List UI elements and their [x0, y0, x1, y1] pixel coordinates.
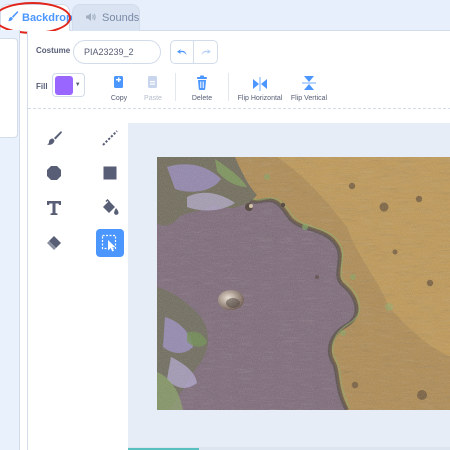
backdrop-list-strip — [0, 30, 20, 450]
toolbar-divider — [175, 73, 176, 101]
select-cursor-icon — [101, 234, 117, 252]
brush-tool-icon — [47, 131, 62, 145]
paste-label: Paste — [144, 95, 162, 102]
flip-vertical-button[interactable]: Flip Vertical — [285, 71, 333, 102]
undo-button[interactable] — [171, 41, 195, 63]
undo-redo-group — [170, 40, 218, 64]
fill-color-picker[interactable]: ▼ — [52, 73, 85, 97]
eraser-icon — [47, 236, 61, 250]
fill-label: Fill — [36, 82, 48, 91]
tool-palette — [36, 124, 128, 264]
select-tool-button[interactable] — [96, 229, 124, 257]
toolbar-row: Fill ▼ Copy Paste Delete Flip Horizontal… — [28, 71, 450, 107]
rectangle-tool-button[interactable] — [96, 159, 124, 187]
line-tool-icon — [102, 130, 118, 146]
costume-label: Costume — [36, 46, 71, 55]
rectangle-tool-icon — [103, 166, 117, 180]
drawing-canvas[interactable] — [128, 123, 450, 450]
flip-horizontal-icon — [252, 71, 268, 91]
copy-label: Copy — [110, 95, 128, 102]
circle-tool-icon — [47, 166, 61, 180]
toolbar-divider — [228, 73, 229, 101]
flip-horizontal-button[interactable]: Flip Horizontal — [233, 71, 287, 102]
tabs-bar: Backdrops Sounds — [0, 0, 450, 34]
brush-icon — [7, 10, 19, 25]
delete-label: Delete — [191, 95, 213, 102]
undo-icon — [177, 49, 187, 55]
backdrop-thumbnail-edge[interactable] — [0, 38, 18, 138]
paint-editor-screen: Backdrops Sounds Costume PIA23239_2 Fill… — [0, 0, 450, 450]
tab-backdrops[interactable]: Backdrops — [0, 4, 79, 31]
tab-backdrops-label: Backdrops — [22, 11, 79, 24]
flip-vertical-icon — [302, 71, 316, 91]
tab-sounds-label: Sounds — [102, 12, 140, 24]
paint-bucket-icon — [103, 199, 119, 215]
fill-color-swatch — [55, 75, 74, 95]
toolbar-divider-line — [28, 108, 450, 109]
paste-icon — [146, 71, 160, 91]
flip-vertical-label: Flip Vertical — [290, 95, 328, 102]
trash-icon — [195, 71, 209, 91]
tab-sounds[interactable]: Sounds — [72, 4, 140, 31]
costume-row: Costume PIA23239_2 — [28, 39, 450, 65]
flip-horizontal-label: Flip Horizontal — [237, 95, 283, 102]
costume-name-input[interactable]: PIA23239_2 — [73, 40, 161, 64]
line-tool-button[interactable] — [96, 124, 124, 152]
text-tool-icon — [47, 201, 61, 215]
paint-editor: Costume PIA23239_2 Fill ▼ Copy Paste Del… — [27, 31, 450, 450]
backdrop-image — [157, 157, 450, 410]
speaker-icon — [85, 12, 97, 25]
text-tool-button[interactable] — [40, 194, 68, 222]
chevron-down-icon: ▼ — [74, 82, 81, 88]
redo-button[interactable] — [194, 41, 217, 63]
fill-tool-button[interactable] — [96, 194, 124, 222]
copy-icon — [112, 71, 126, 91]
paste-button[interactable]: Paste — [128, 71, 178, 102]
circle-tool-button[interactable] — [40, 159, 68, 187]
brush-tool-button[interactable] — [40, 124, 68, 152]
redo-icon — [201, 49, 211, 55]
eraser-tool-button[interactable] — [40, 229, 68, 257]
delete-button[interactable]: Delete — [177, 71, 227, 102]
